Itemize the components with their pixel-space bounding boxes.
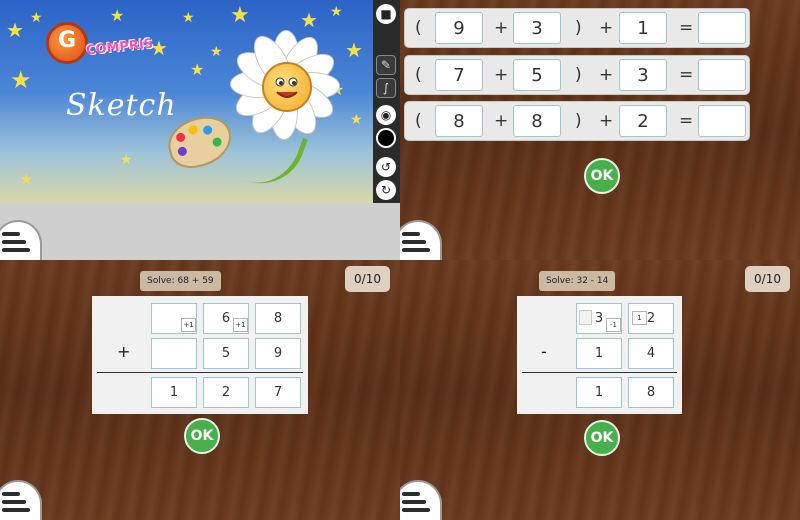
open-paren: ( [415, 65, 422, 85]
close-paren: ) [575, 65, 582, 85]
digit-cell[interactable]: 9 [255, 338, 301, 369]
carry-box[interactable]: +1 [233, 318, 248, 332]
equals-sign: = [679, 111, 694, 131]
subtraction-activity-panel: Solve: 32 - 14 0/10 3 -1 1 2 - 1 4 1 8 O… [400, 260, 800, 520]
score-counter: 0/10 [745, 266, 790, 292]
star-icon: ★ [20, 172, 33, 188]
open-paren: ( [415, 111, 422, 131]
ok-button[interactable]: OK [584, 420, 620, 456]
equation-row: ( 9 + 3 ) + 1 = [404, 8, 750, 48]
equation-row: ( 7 + 5 ) + 3 = [404, 55, 750, 95]
open-paren: ( [415, 18, 422, 38]
star-icon: ★ [30, 10, 43, 26]
operator: + [599, 111, 614, 131]
star-icon: ★ [6, 18, 24, 42]
digit-cell[interactable]: 4 [628, 338, 674, 369]
undo-icon[interactable]: ↺ [376, 157, 396, 177]
result-cell[interactable]: 1 [576, 377, 622, 408]
close-paren: ) [575, 111, 582, 131]
digit-cell[interactable] [151, 338, 197, 369]
gcompris-logo-text: COMPRIS [85, 36, 154, 59]
brush-icon[interactable]: ∫ [376, 78, 396, 98]
stop-icon[interactable]: ■ [376, 4, 396, 24]
equations-activity-panel: ( 9 + 3 ) + 1 = ( 7 + 5 ) + 3 = ( 8 + 8 … [400, 0, 800, 260]
operator: + [494, 111, 509, 131]
star-icon: ★ [110, 6, 125, 25]
menu-button[interactable] [0, 220, 42, 260]
menu-button[interactable] [400, 480, 442, 520]
operand-c: 3 [619, 59, 667, 91]
operand-a: 7 [435, 59, 483, 91]
result-cell[interactable]: 7 [255, 377, 301, 408]
operand-a: 9 [435, 12, 483, 44]
sketch-toolbar: ■ ✎ ∫ ◉ ↺ ↻ [373, 0, 400, 203]
column-addition-grid: +1 6 +1 8 + 5 9 1 2 7 [92, 296, 308, 414]
borrow-slot[interactable] [579, 310, 592, 325]
minus-operator: - [541, 342, 547, 361]
daisy-flower-icon [229, 29, 341, 141]
star-icon: ★ [10, 66, 32, 94]
star-icon: ★ [190, 60, 205, 79]
palette-icon[interactable]: ◉ [376, 105, 396, 125]
operand-a: 8 [435, 105, 483, 137]
star-icon: ★ [345, 38, 363, 62]
operator: + [599, 18, 614, 38]
close-paren: ) [575, 18, 582, 38]
carry-box[interactable]: +1 [181, 318, 196, 332]
problem-prompt: Solve: 68 + 59 [140, 271, 221, 291]
digit-cell[interactable]: 1 [576, 338, 622, 369]
sketch-activity-panel: ★ ★ ★ ★ ★ ★ ★ ★ ★ ★ ★ ★ ★ ★ ★ ★ G COMPRI… [0, 0, 400, 260]
addition-activity-panel: Solve: 68 + 59 0/10 +1 6 +1 8 + 5 9 1 2 … [0, 260, 400, 520]
equals-sign: = [679, 18, 694, 38]
operator: + [494, 18, 509, 38]
operand-c: 1 [619, 12, 667, 44]
digit-value: 3 [594, 311, 604, 326]
digit-value: 2 [646, 311, 656, 326]
answer-input[interactable] [698, 59, 746, 91]
equals-sign: = [679, 65, 694, 85]
star-icon: ★ [182, 10, 195, 26]
star-icon: ★ [330, 4, 343, 20]
sketch-canvas[interactable]: ★ ★ ★ ★ ★ ★ ★ ★ ★ ★ ★ ★ ★ ★ ★ ★ G COMPRI… [0, 0, 373, 203]
sum-line [97, 372, 303, 373]
star-icon: ★ [210, 44, 223, 60]
operand-c: 2 [619, 105, 667, 137]
problem-prompt: Solve: 32 - 14 [539, 271, 616, 291]
digit-cell[interactable]: 1 2 [628, 303, 674, 334]
result-cell[interactable]: 8 [628, 377, 674, 408]
result-cell[interactable]: 1 [151, 377, 197, 408]
borrow-box[interactable]: 1 [632, 311, 647, 325]
menu-button[interactable] [400, 220, 442, 260]
ok-button[interactable]: OK [184, 418, 220, 454]
page-icon[interactable]: ✎ [376, 55, 396, 75]
answer-input[interactable] [698, 12, 746, 44]
redo-icon[interactable]: ↻ [376, 180, 396, 200]
answer-input[interactable] [698, 105, 746, 137]
operand-b: 8 [513, 105, 561, 137]
borrow-box[interactable]: -1 [606, 318, 621, 332]
plus-operator: + [117, 342, 131, 361]
operator: + [599, 65, 614, 85]
sketch-title: Sketch [66, 88, 177, 123]
digit-cell[interactable]: 5 [203, 338, 249, 369]
flower-face-icon [262, 62, 312, 112]
star-icon: ★ [350, 112, 363, 128]
menu-button[interactable] [0, 480, 42, 520]
difference-line [522, 372, 677, 373]
star-icon: ★ [230, 3, 250, 28]
ok-button[interactable]: OK [584, 158, 620, 194]
color-black-icon[interactable] [376, 128, 396, 148]
result-cell[interactable]: 2 [203, 377, 249, 408]
score-counter: 0/10 [345, 266, 390, 292]
operand-b: 3 [513, 12, 561, 44]
star-icon: ★ [120, 152, 133, 168]
column-subtraction-grid: 3 -1 1 2 - 1 4 1 8 [517, 296, 682, 414]
equation-row: ( 8 + 8 ) + 2 = [404, 101, 750, 141]
gcompris-logo-icon: G [46, 22, 88, 64]
star-icon: ★ [300, 8, 318, 32]
digit-cell[interactable]: 8 [255, 303, 301, 334]
operator: + [494, 65, 509, 85]
operand-b: 5 [513, 59, 561, 91]
